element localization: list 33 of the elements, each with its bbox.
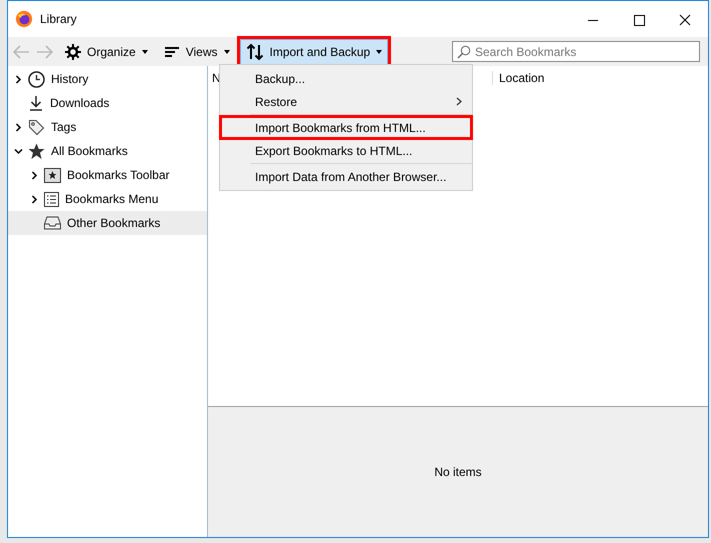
import-button[interactable]: Import and Backup — [240, 38, 388, 64]
download-icon — [28, 95, 44, 111]
clock-icon — [28, 70, 45, 88]
menu-item[interactable]: Import Bookmarks from HTML... — [220, 116, 472, 139]
sidebar-item[interactable]: Tags — [8, 115, 207, 139]
window-title: Library — [40, 12, 77, 26]
empty-message: No items — [434, 465, 482, 479]
menu-item[interactable]: Backup... — [220, 67, 472, 90]
list-icon — [44, 192, 59, 206]
sidebar-item[interactable]: All Bookmarks — [8, 139, 207, 163]
up-down-arrows-icon — [246, 42, 264, 60]
caret-icon — [376, 50, 382, 54]
caret-icon — [142, 50, 148, 54]
sidebar-item[interactable]: History — [8, 67, 207, 91]
menu-item[interactable]: Export Bookmarks to HTML... — [220, 139, 472, 162]
organize-button[interactable]: Organize — [59, 38, 154, 64]
sidebar-item[interactable]: Bookmarks Menu — [8, 187, 207, 211]
sidebar-item[interactable]: Downloads — [8, 91, 207, 115]
sidebar-item[interactable]: Bookmarks Toolbar — [8, 163, 207, 187]
caret-icon — [224, 50, 230, 54]
star-folder-icon — [44, 168, 61, 182]
tray-icon — [44, 216, 61, 230]
gear-icon — [65, 44, 81, 60]
sidebar-item[interactable]: Other Bookmarks — [8, 211, 207, 235]
views-button[interactable]: Views — [158, 38, 236, 64]
star-icon — [28, 142, 45, 160]
column-header[interactable]: Location — [493, 71, 544, 85]
browser-logo-icon — [15, 10, 33, 28]
tag-icon — [28, 118, 45, 136]
menu-item[interactable]: Import Data from Another Browser... — [220, 165, 472, 188]
search-field[interactable]: Search Bookmarks — [452, 41, 700, 62]
menu-item[interactable]: Restore — [220, 90, 472, 113]
search-icon — [457, 45, 471, 59]
